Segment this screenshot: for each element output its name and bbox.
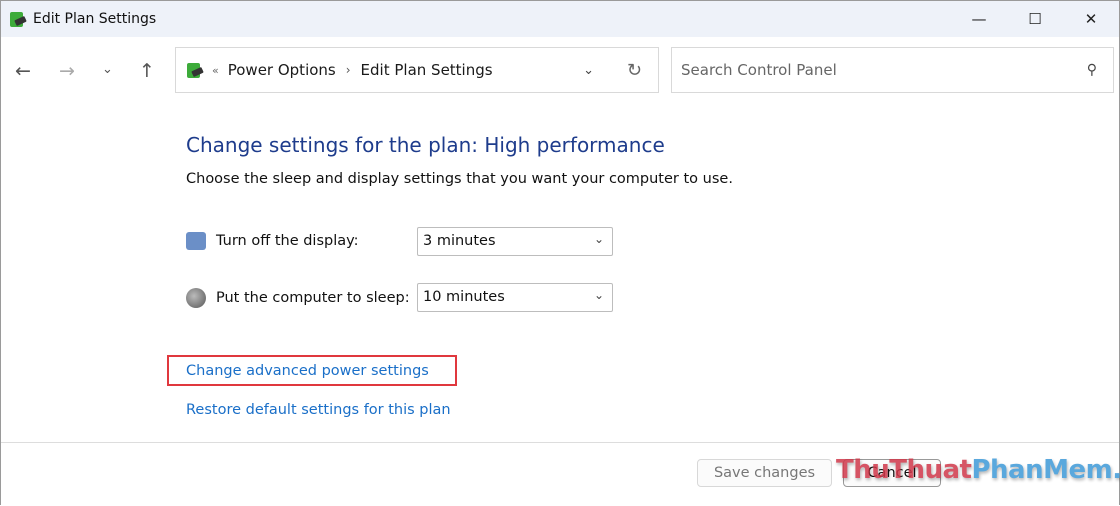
breadcrumb-separator-icon: ›: [345, 63, 351, 77]
display-timeout-select[interactable]: 3 minutes ⌄: [417, 227, 613, 256]
refresh-icon[interactable]: ↻: [627, 60, 642, 81]
search-input[interactable]: Search Control Panel ⚲: [671, 47, 1114, 93]
title-bar: Edit Plan Settings — ☐ ✕: [1, 1, 1119, 37]
page-title: Change settings for the plan: High perfo…: [186, 133, 665, 157]
display-icon: [186, 232, 206, 250]
overflow-chevron-icon[interactable]: «: [212, 64, 219, 77]
up-button[interactable]: ↑: [139, 60, 155, 82]
navigation-bar: ← → ⌄ ↑ « Power Options › Edit Plan Sett…: [1, 47, 1119, 93]
sleep-label: Put the computer to sleep:: [216, 290, 410, 306]
save-changes-button[interactable]: Save changes: [697, 459, 832, 487]
sleep-timeout-value: 10 minutes: [423, 289, 505, 305]
display-setting-row: Turn off the display:: [186, 232, 359, 250]
search-icon[interactable]: ⚲: [1087, 62, 1097, 78]
watermark-logo: ThuThuatPhanMem.vn: [836, 455, 1120, 485]
address-dropdown-icon[interactable]: ⌄: [583, 63, 594, 78]
sleep-moon-icon: [186, 288, 206, 308]
restore-default-settings-link[interactable]: Restore default settings for this plan: [186, 402, 451, 418]
breadcrumb-power-options[interactable]: Power Options: [228, 61, 336, 79]
back-button[interactable]: ←: [15, 60, 31, 82]
display-timeout-value: 3 minutes: [423, 233, 496, 249]
sleep-setting-row: Put the computer to sleep:: [186, 288, 410, 308]
recent-locations-button[interactable]: ⌄: [102, 62, 113, 77]
forward-button[interactable]: →: [59, 60, 75, 82]
minimize-button[interactable]: —: [951, 1, 1007, 37]
display-label: Turn off the display:: [216, 233, 359, 249]
chevron-down-icon: ⌄: [593, 232, 604, 246]
watermark-part1: ThuThuat: [836, 455, 972, 485]
chevron-down-icon: ⌄: [593, 288, 604, 302]
search-placeholder: Search Control Panel: [681, 61, 837, 79]
window-title: Edit Plan Settings: [33, 11, 157, 27]
page-subtitle: Choose the sleep and display settings th…: [186, 171, 733, 187]
watermark-part2: PhanMem.vn: [971, 455, 1120, 485]
power-options-icon: [7, 9, 27, 29]
sleep-timeout-select[interactable]: 10 minutes ⌄: [417, 283, 613, 312]
maximize-button[interactable]: ☐: [1007, 1, 1063, 37]
address-bar[interactable]: « Power Options › Edit Plan Settings ⌄ ↻: [175, 47, 659, 93]
change-advanced-power-settings-link[interactable]: Change advanced power settings: [186, 363, 429, 379]
power-options-icon: [184, 60, 204, 80]
breadcrumb-edit-plan-settings[interactable]: Edit Plan Settings: [361, 61, 493, 79]
close-button[interactable]: ✕: [1063, 1, 1119, 37]
